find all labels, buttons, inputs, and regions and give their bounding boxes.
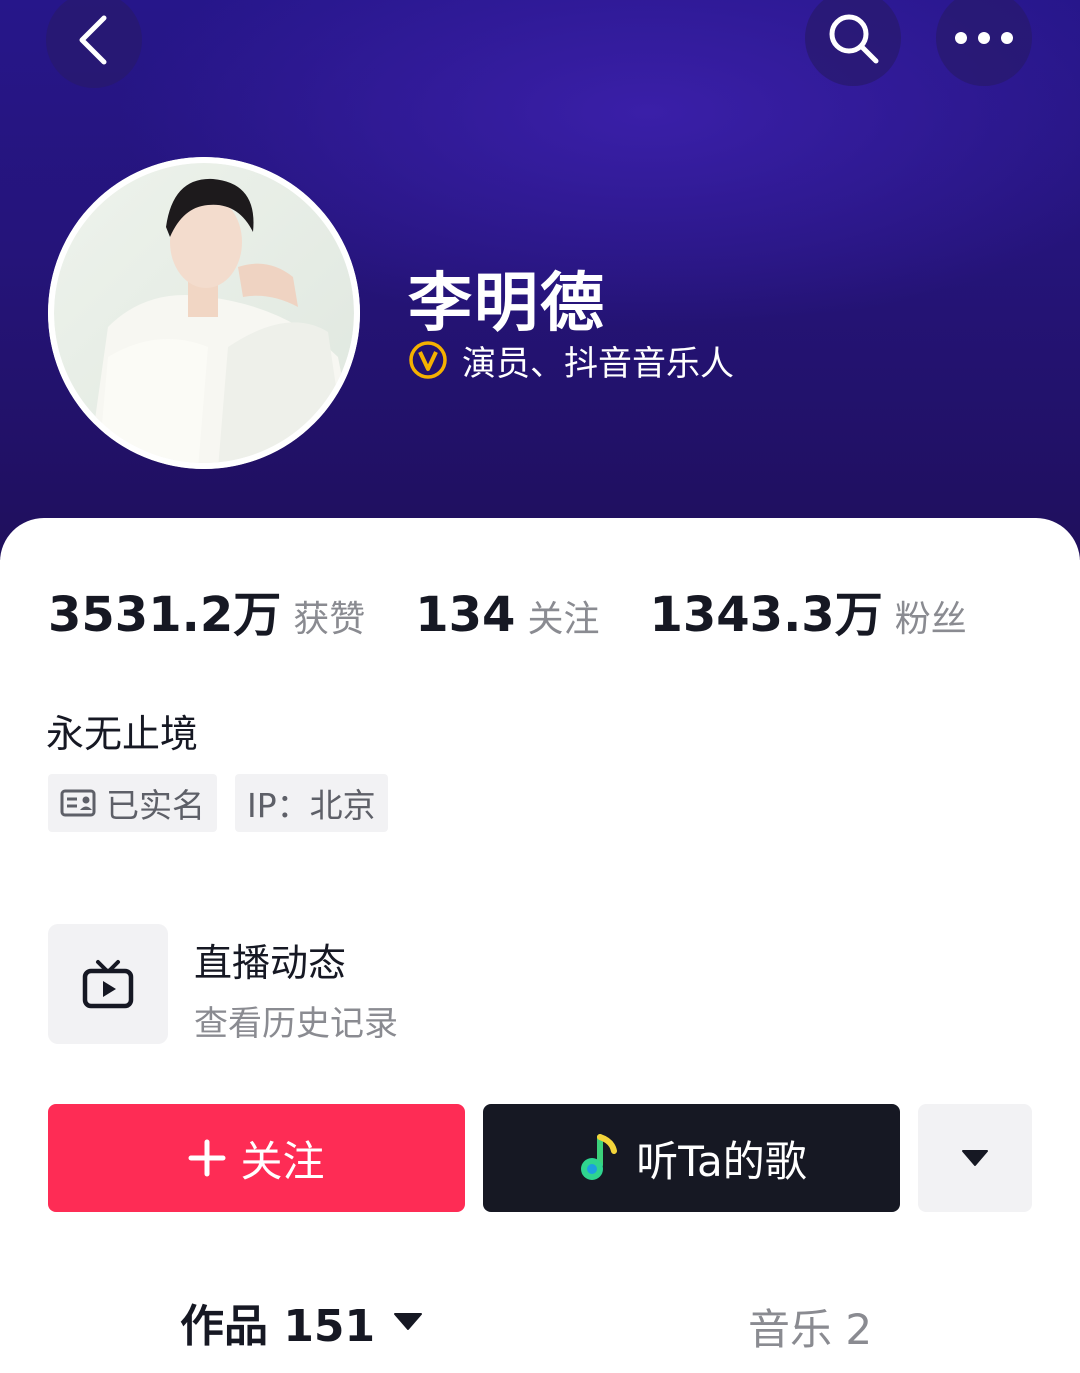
music-note-icon bbox=[581, 1134, 618, 1180]
avatar-photo bbox=[48, 157, 360, 469]
listen-songs-label: 听Ta的歌 bbox=[636, 1136, 807, 1186]
likes-label: 获赞 bbox=[293, 599, 366, 640]
more-dots-icon bbox=[955, 32, 1013, 44]
verification-row[interactable]: 演员、抖音音乐人 bbox=[408, 336, 734, 384]
follow-label: 关注 bbox=[240, 1136, 325, 1186]
profile-name: 李明德 bbox=[408, 267, 606, 341]
caret-down-icon bbox=[394, 1313, 423, 1330]
plus-icon bbox=[188, 1139, 226, 1177]
profile-header: 李明德 演员、抖音音乐人 bbox=[0, 0, 1080, 560]
tv-play-icon bbox=[82, 960, 134, 1009]
listen-songs-button[interactable]: 听Ta的歌 bbox=[483, 1104, 900, 1212]
stats-row: 3531.2万 获赞 134 关注 1343.3万 粉丝 bbox=[48, 575, 967, 643]
likes-count: 3531.2万 bbox=[48, 587, 282, 643]
followers-count[interactable]: 1343.3万 bbox=[649, 575, 882, 645]
more-button[interactable] bbox=[936, 0, 1032, 86]
tab-works-label: 作品 151 bbox=[180, 1301, 376, 1352]
following-count[interactable]: 134 bbox=[415, 587, 515, 643]
verification-text: 演员、抖音音乐人 bbox=[462, 343, 734, 384]
ip-tag: IP：北京 bbox=[235, 774, 388, 832]
verified-badge-icon bbox=[409, 341, 447, 379]
ip-label: IP：北京 bbox=[247, 786, 376, 825]
live-history-subtitle[interactable]: 查看历史记录 bbox=[194, 996, 398, 1045]
following-label[interactable]: 关注 bbox=[527, 590, 599, 642]
back-button[interactable] bbox=[46, 0, 142, 88]
chevron-left-icon bbox=[79, 15, 107, 65]
live-history-icon-box[interactable] bbox=[48, 924, 168, 1044]
profile-tags: 已实名 IP：北京 bbox=[48, 774, 388, 832]
content-tabs: 作品 151 音乐 2 bbox=[0, 1290, 1080, 1360]
tab-music[interactable]: 音乐 2 bbox=[748, 1296, 872, 1357]
avatar[interactable] bbox=[48, 157, 360, 469]
real-name-tag: 已实名 bbox=[48, 774, 217, 832]
search-icon bbox=[829, 14, 879, 64]
followers-label[interactable]: 粉丝 bbox=[895, 590, 967, 642]
bio-text: 永无止境 bbox=[46, 712, 199, 756]
real-name-label: 已实名 bbox=[106, 786, 205, 825]
tab-works[interactable]: 作品 151 bbox=[180, 1290, 423, 1354]
live-history-title[interactable]: 直播动态 bbox=[194, 932, 346, 987]
search-button[interactable] bbox=[805, 0, 901, 86]
caret-down-icon bbox=[962, 1150, 988, 1166]
follow-button[interactable]: 关注 bbox=[48, 1104, 465, 1212]
id-card-icon bbox=[60, 789, 96, 817]
more-actions-dropdown[interactable] bbox=[918, 1104, 1032, 1212]
